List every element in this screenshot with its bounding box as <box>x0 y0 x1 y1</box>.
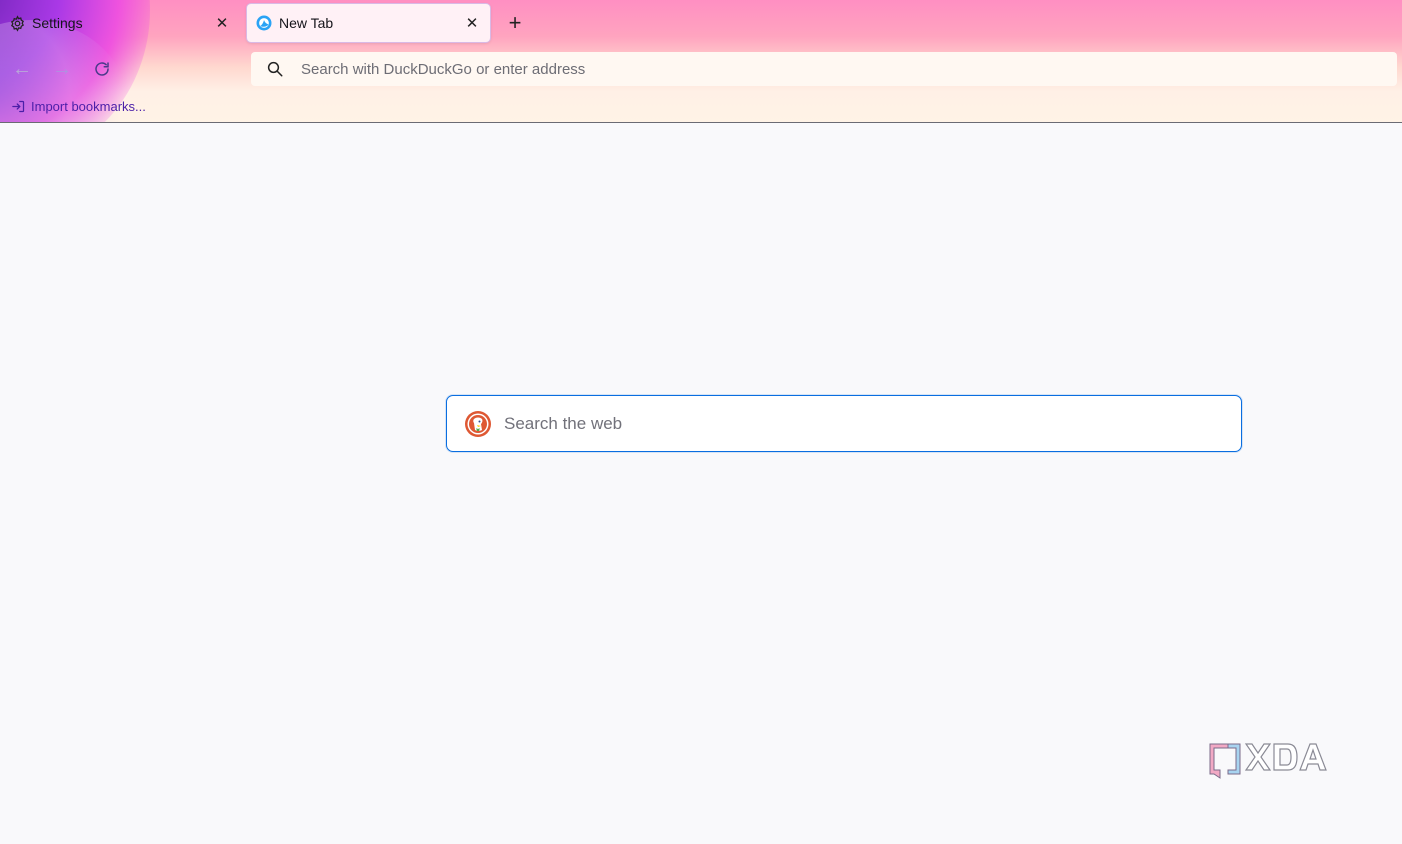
address-bar[interactable] <box>251 52 1397 86</box>
tab-label: New Tab <box>279 15 334 31</box>
close-tab-button[interactable]: ✕ <box>212 13 232 33</box>
web-search-input[interactable] <box>504 396 1241 451</box>
back-button[interactable]: ← <box>8 55 36 83</box>
import-bookmarks-button[interactable]: Import bookmarks... <box>10 98 146 114</box>
new-tab-page <box>0 123 1402 844</box>
web-search-box[interactable] <box>446 395 1242 452</box>
address-input[interactable] <box>301 60 1397 78</box>
import-icon <box>10 98 26 114</box>
firefox-icon <box>255 14 273 32</box>
bookmarks-toolbar: Import bookmarks... <box>0 92 1402 122</box>
duckduckgo-icon <box>465 410 491 437</box>
navigation-toolbar: ← → <box>0 46 1402 92</box>
import-bookmarks-label: Import bookmarks... <box>31 98 146 114</box>
close-tab-button[interactable]: ✕ <box>462 13 482 33</box>
tab-settings[interactable]: Settings ✕ <box>0 4 240 42</box>
tab-label: Settings <box>32 15 83 31</box>
xda-watermark-logo <box>1206 740 1342 782</box>
new-tab-button[interactable]: + <box>502 10 528 36</box>
tab-strip: Settings ✕ New Tab ✕ + <box>0 0 1402 46</box>
search-icon <box>265 59 285 79</box>
tab-new-tab[interactable]: New Tab ✕ <box>247 4 490 42</box>
gear-icon <box>8 14 26 32</box>
forward-button[interactable]: → <box>48 55 76 83</box>
browser-chrome: Settings ✕ New Tab ✕ + ← → Search with D… <box>0 0 1402 123</box>
reload-icon <box>93 60 111 78</box>
reload-button[interactable] <box>88 55 116 83</box>
